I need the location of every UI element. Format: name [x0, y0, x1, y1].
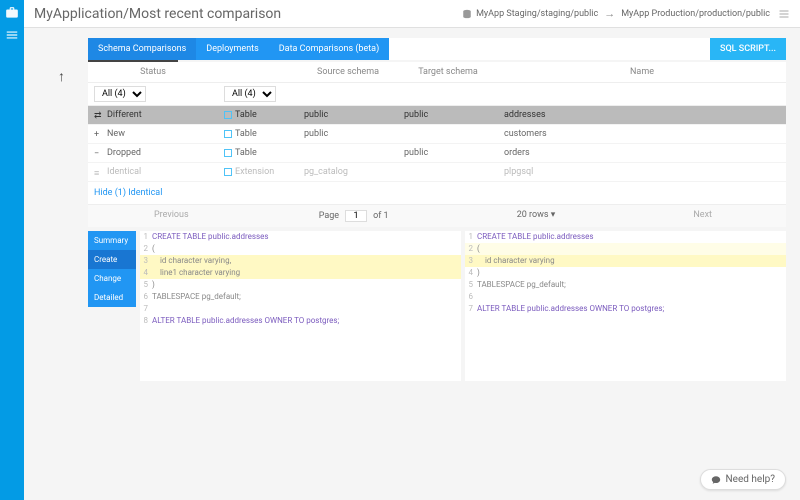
- tgt-schema: public: [404, 148, 504, 158]
- status-icon: −: [94, 149, 103, 158]
- type-icon: [224, 149, 232, 157]
- table-row[interactable]: + New Table public customers: [88, 125, 786, 144]
- src-schema: public: [304, 129, 404, 139]
- database-icon: [462, 9, 472, 19]
- table-row[interactable]: ≡ Identical Extension pg_catalog plpgsql: [88, 163, 786, 182]
- obj-name: orders: [504, 148, 780, 158]
- status-icon: ⇄: [94, 111, 103, 120]
- obj-name: customers: [504, 129, 780, 139]
- tab-schema-comparisons[interactable]: Schema Comparisons: [88, 38, 196, 60]
- page-indicator: Page of 1: [255, 205, 453, 227]
- th-status: Status: [88, 62, 218, 82]
- code-line: 2(: [140, 243, 461, 255]
- code-line: 1CREATE TABLE public.addresses: [140, 231, 461, 243]
- status-icon: +: [94, 130, 103, 139]
- code-line: 6: [465, 291, 786, 303]
- content-area: ↑ Schema ComparisonsDeploymentsData Comp…: [24, 28, 800, 500]
- type-icon: [224, 130, 232, 138]
- status-text: Dropped: [107, 148, 141, 158]
- th-source: Source schema: [298, 62, 398, 82]
- code-line: 8ALTER TABLE public.addresses OWNER TO p…: [140, 315, 461, 327]
- tabs-row: Schema ComparisonsDeploymentsData Compar…: [88, 38, 786, 60]
- diff-area: SummaryCreateChangeDetailed 1CREATE TABL…: [88, 231, 786, 381]
- tgt-schema: public: [404, 110, 504, 120]
- status-text: Different: [107, 110, 142, 120]
- app-header: MyApplication/Most recent comparison MyA…: [24, 0, 800, 28]
- table-header-row: Status Source schema Target schema Name: [88, 62, 786, 83]
- comparison-table: Status Source schema Target schema Name …: [88, 62, 786, 227]
- code-line: 3 id character varying: [465, 255, 786, 267]
- sql-script-button[interactable]: SQL SCRIPT...: [710, 38, 786, 60]
- diff-tab-detailed[interactable]: Detailed: [88, 288, 136, 307]
- menu-icon[interactable]: [5, 28, 19, 42]
- th-type: [218, 62, 298, 82]
- main-tabs: Schema ComparisonsDeploymentsData Compar…: [88, 38, 389, 60]
- diff-tabs: SummaryCreateChangeDetailed: [88, 231, 136, 381]
- hide-identical-link[interactable]: Hide (1) Identical: [88, 182, 786, 204]
- src-schema: pg_catalog: [304, 167, 404, 177]
- chat-icon: [711, 475, 721, 485]
- code-line: 3 id character varying,: [140, 255, 461, 267]
- code-line: 4): [465, 267, 786, 279]
- breadcrumb: MyApp Staging/staging/public → MyApp Pro…: [462, 7, 790, 20]
- rows-selector[interactable]: 20 rows ▾: [453, 205, 620, 227]
- type-text: Table: [235, 129, 257, 139]
- back-arrow-icon[interactable]: ↑: [58, 68, 65, 85]
- type-text: Extension: [235, 167, 274, 177]
- type-filter[interactable]: All (4): [224, 86, 276, 102]
- th-target: Target schema: [398, 62, 498, 82]
- diff-tab-create[interactable]: Create: [88, 250, 136, 269]
- page-title: MyApplication/Most recent comparison: [34, 6, 281, 22]
- chevron-down-icon: ▾: [551, 210, 556, 220]
- type-text: Table: [235, 110, 257, 120]
- th-name: Name: [498, 62, 786, 82]
- crumb-source[interactable]: MyApp Staging/staging/public: [476, 9, 598, 19]
- tab-deployments[interactable]: Deployments: [196, 38, 268, 60]
- type-icon: [224, 111, 232, 119]
- src-schema: public: [304, 110, 404, 120]
- code-line: 2(: [465, 243, 786, 255]
- code-line: 7: [140, 303, 461, 315]
- status-icon: ≡: [94, 168, 103, 177]
- need-help-button[interactable]: Need help?: [700, 469, 786, 490]
- table-body: ⇄DifferentTablepublicpublicaddresses+New…: [88, 106, 786, 182]
- pager: Previous Page of 1 20 rows ▾ Next: [88, 204, 786, 227]
- page-input[interactable]: [345, 210, 367, 222]
- crumb-target[interactable]: MyApp Production/production/public: [621, 9, 770, 19]
- status-text: Identical: [107, 167, 141, 177]
- briefcase-icon[interactable]: [5, 6, 19, 20]
- obj-name: plpgsql: [504, 167, 780, 177]
- filter-row: All (4) All (4): [88, 83, 786, 106]
- table-row[interactable]: −Dropped Table publicorders: [88, 144, 786, 163]
- status-filter[interactable]: All (4): [94, 86, 146, 102]
- status-text: New: [107, 129, 125, 139]
- type-text: Table: [235, 148, 257, 158]
- code-line: 4 line1 character varying: [140, 267, 461, 279]
- code-line: 1CREATE TABLE public.addresses: [465, 231, 786, 243]
- code-pane-right: 1CREATE TABLE public.addresses2(3 id cha…: [465, 231, 786, 381]
- list-icon[interactable]: [778, 8, 790, 20]
- diff-tab-summary[interactable]: Summary: [88, 231, 136, 250]
- diff-tab-change[interactable]: Change: [88, 269, 136, 288]
- prev-button[interactable]: Previous: [88, 205, 255, 227]
- code-pane-left: 1CREATE TABLE public.addresses2(3 id cha…: [140, 231, 461, 381]
- code-line: 7ALTER TABLE public.addresses OWNER TO p…: [465, 303, 786, 315]
- code-line: 5TABLESPACE pg_default;: [465, 279, 786, 291]
- type-icon: [224, 168, 232, 176]
- app-sidebar: [0, 0, 24, 500]
- arrow-right-icon: →: [604, 7, 615, 20]
- table-row[interactable]: ⇄DifferentTablepublicpublicaddresses: [88, 106, 786, 125]
- code-line: 5): [140, 279, 461, 291]
- obj-name: addresses: [504, 110, 780, 120]
- tab-data-comparisons-beta-[interactable]: Data Comparisons (beta): [269, 38, 389, 60]
- next-button[interactable]: Next: [619, 205, 786, 227]
- code-line: 6TABLESPACE pg_default;: [140, 291, 461, 303]
